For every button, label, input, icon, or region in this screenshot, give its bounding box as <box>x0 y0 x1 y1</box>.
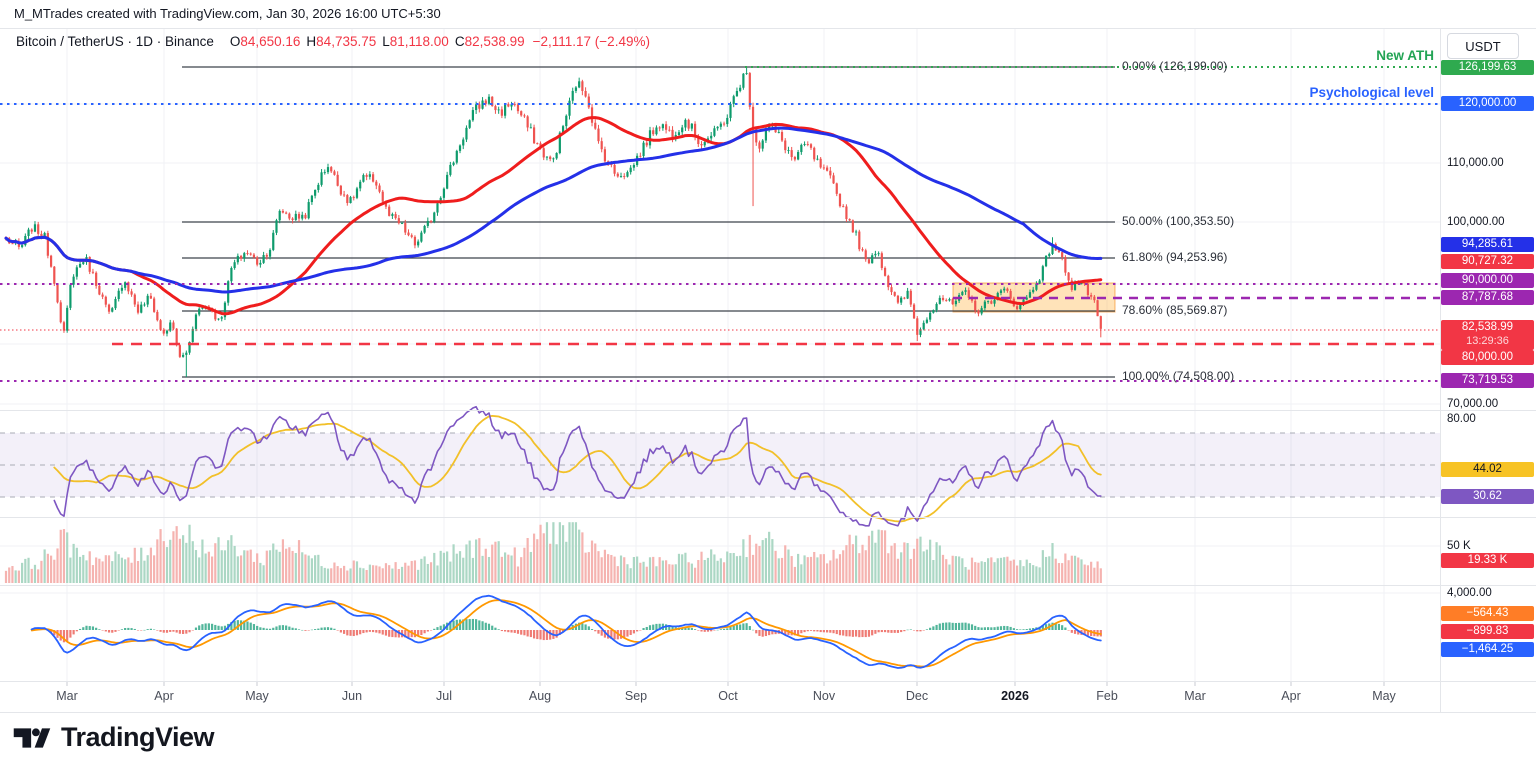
rsi-label: 30.62 <box>1441 489 1534 504</box>
attribution-text: M_MTrades created with TradingView.com, … <box>14 6 441 21</box>
attribution-bar: M_MTrades created with TradingView.com, … <box>0 0 1536 28</box>
fib-level-label: 0.00% (126,199.00) <box>1122 59 1228 73</box>
tradingview-logo[interactable]: TradingView <box>12 722 215 753</box>
fib-level-label: 61.80% (94,253.96) <box>1122 250 1228 264</box>
ohlc-low-key: L <box>382 34 390 49</box>
scale-tick: 100,000.00 <box>1447 216 1505 228</box>
scale-tick: 70,000.00 <box>1447 398 1499 410</box>
tradingview-logo-text: TradingView <box>61 722 215 752</box>
macd-hist-label: −899.83 <box>1441 624 1534 639</box>
month-label: May <box>1372 689 1396 703</box>
month-label: Nov <box>812 689 836 703</box>
current-price-label: 82,538.99 13:29:36 <box>1441 320 1534 350</box>
level-80000-label: 80,000.00 <box>1441 350 1534 365</box>
macd-signal-label: −564.43 <box>1441 606 1534 621</box>
scale-tick: 4,000.00 <box>1447 587 1492 599</box>
month-label: Feb <box>1096 689 1118 703</box>
ma-fast-label: 90,727.32 <box>1441 254 1534 269</box>
month-label: Jul <box>436 689 452 703</box>
volume-label: 19.33 K <box>1441 553 1534 568</box>
month-label: Mar <box>1184 689 1206 703</box>
ma-slow-label: 94,285.61 <box>1441 237 1534 252</box>
macd-line-label: −1,464.25 <box>1441 642 1534 657</box>
fib-level-label: 100.00% (74,508.00) <box>1122 369 1235 383</box>
scale-tick: 110,000.00 <box>1447 157 1504 169</box>
ohlc-low-value: 81,118.00 <box>389 34 449 49</box>
month-label: Jun <box>341 689 363 703</box>
month-label: Aug <box>528 689 552 703</box>
month-label: Apr <box>154 689 174 703</box>
ohlc-close-key: C <box>454 34 465 49</box>
symbol-title: Bitcoin / TetherUS · 1D · Binance <box>16 34 214 49</box>
ohlc-close-value: 82,538.99 <box>464 34 525 49</box>
entry-zone-label: 87,787.68 <box>1441 290 1534 305</box>
rsi-ma-label: 44.02 <box>1441 462 1534 477</box>
month-label: Dec <box>905 689 929 703</box>
change-value: −2,111.17 (−2.49%) <box>532 34 650 49</box>
tradingview-logo-icon <box>13 727 51 748</box>
scale-tick: 50 K <box>1447 540 1471 552</box>
currency-toggle-button[interactable]: USDT <box>1447 33 1519 59</box>
month-label: Oct <box>718 689 738 703</box>
month-label: Apr <box>1281 689 1301 703</box>
month-label: 2026 <box>1001 689 1029 703</box>
scale-tick: 80.00 <box>1447 413 1476 425</box>
psych-level-label: 120,000.00 <box>1441 96 1534 111</box>
month-label: Sep <box>624 689 648 703</box>
fib-level-label: 78.60% (85,569.87) <box>1122 303 1228 317</box>
ohlc-high-key: H <box>306 34 317 49</box>
ohlc-open-key: O <box>229 34 241 49</box>
fib-level-label: 50.00% (100,353.50) <box>1122 214 1235 228</box>
ohlc-high-value: 84,735.75 <box>316 34 377 49</box>
month-label: Mar <box>56 689 78 703</box>
ath-price-label: 126,199.63 <box>1441 60 1534 75</box>
ohlc-open-value: 84,650.16 <box>240 34 301 49</box>
psychological-level-annotation: Psychological level <box>1309 85 1434 100</box>
chart-canvas[interactable] <box>0 0 1536 775</box>
level-73719-label: 73,719.53 <box>1441 373 1534 388</box>
month-label: May <box>245 689 269 703</box>
symbol-header: Bitcoin / TetherUS · 1D · Binance O84,650… <box>16 34 650 49</box>
level-90000-label: 90,000.00 <box>1441 273 1534 288</box>
new-ath-annotation: New ATH <box>1376 48 1434 63</box>
